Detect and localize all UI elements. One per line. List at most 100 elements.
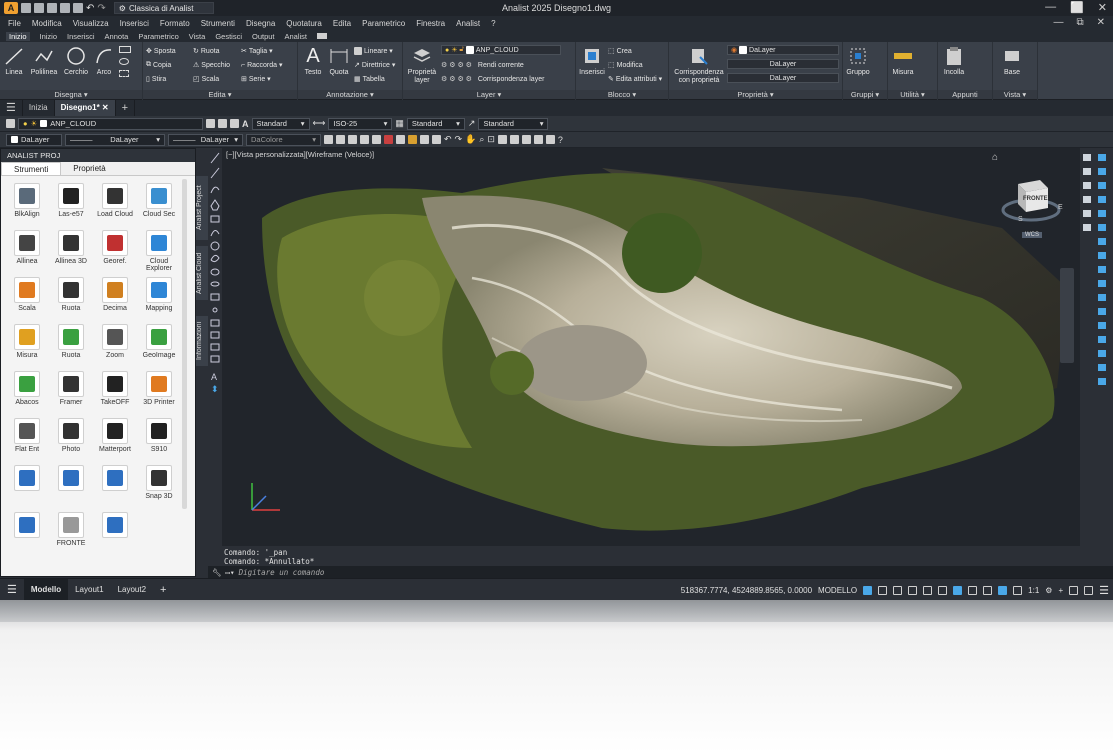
panel-title-gruppi[interactable]: Gruppi ▾ [843,90,887,99]
lineweight-dropdown[interactable]: DaLayer [727,73,839,83]
annotation-visibility-icon[interactable] [998,585,1008,595]
tab-strumenti[interactable]: Strumenti [1,162,62,175]
menu-finestra[interactable]: Finestra [416,19,445,28]
tool-button[interactable]: Georef. [93,227,137,273]
tool-button[interactable]: Abacos [5,368,49,414]
edit-attributes-button[interactable]: ✎ Edita attributi ▾ [608,73,662,85]
tool-button[interactable]: 3D Printer [137,368,181,414]
fillet-button[interactable]: ⌐ Raccorda ▾ [241,59,283,71]
rotate-button[interactable]: ↻ Ruota [193,45,220,57]
tool-button[interactable]: Photo [49,415,93,461]
plus-icon[interactable]: + [1058,586,1063,595]
drawing-viewport[interactable]: [−][Vista personalizzata][Wireframe (Vel… [222,148,1080,546]
tool-button[interactable]: Ruota [49,274,93,320]
help-icon[interactable]: ? [558,135,563,145]
tool-button[interactable] [93,462,137,508]
fullscreen-icon[interactable] [1084,585,1094,595]
layer-tools-row2[interactable]: ⚙ ⚙ ⚙ ⚙ Corrispondenza layer [441,73,544,85]
toolbar-icon-14[interactable] [533,135,543,144]
layer-tools-row1[interactable]: ⚙ ⚙ ⚙ ⚙ Rendi corrente [441,59,524,71]
side-tab-info[interactable]: Informazioni [196,316,208,366]
menu-modifica[interactable]: Modifica [32,19,62,28]
tool-button[interactable]: GeoImage [137,321,181,367]
home-icon[interactable]: ⌂ [992,152,998,163]
menu-visualizza[interactable]: Visualizza [73,19,109,28]
undo-icon[interactable]: ↶ [444,134,452,145]
toolbar-icon-3[interactable] [348,135,357,144]
menu-file[interactable]: File [8,19,21,28]
add-layout-button[interactable]: + [153,579,173,601]
menu-formato[interactable]: Formato [160,19,190,28]
file-tab-start[interactable]: Inizia [23,100,55,116]
annotation-scale[interactable]: 1:1 [1028,586,1039,595]
layer-manager-icon[interactable] [6,119,15,128]
arc-button[interactable]: Arco [93,45,115,77]
model-space-toggle[interactable]: MODELLO [818,586,857,595]
panel-title-edita[interactable]: Edita ▾ [143,90,297,99]
new-tab-button[interactable]: + [116,100,136,116]
create-block-button[interactable]: ⬚ Crea [608,45,632,57]
trim-button[interactable]: ✂ Taglia ▾ [241,45,273,57]
tool-button[interactable]: Misura [5,321,49,367]
panel-title-layer[interactable]: Layer ▾ [403,90,575,99]
side-tab-project[interactable]: Analist Project [196,176,208,240]
leader-button[interactable]: ↗ Direttrice ▾ [354,59,395,71]
tool-button[interactable]: Cloud Explorer [137,227,181,273]
panel-title-vista[interactable]: Vista ▾ [993,90,1037,99]
tab-inserisci[interactable]: Inserisci [67,32,95,41]
tab-annota[interactable]: Annota [105,32,129,41]
ribbon-toggle-icon[interactable] [317,33,328,39]
lineweight-icon[interactable] [953,585,963,595]
tool-button[interactable]: Framer [49,368,93,414]
insert-block-button[interactable]: Inserisci [578,45,606,77]
text-button[interactable]: A Testo [300,45,326,77]
color-select[interactable]: DaLayer [6,133,62,146]
tab-parametrico[interactable]: Parametrico [138,32,178,41]
move-button[interactable]: ✥ Sposta [146,45,176,57]
command-input[interactable]: 🔧︎ ▭▾ Digitare un comando [208,566,1113,578]
panel-title-annotazione[interactable]: Annotazione ▾ [298,90,402,99]
tool-button[interactable]: Mapping [137,274,181,320]
tab-vista[interactable]: Vista [189,32,206,41]
toolbar-icon-2[interactable] [336,135,345,144]
mirror-button[interactable]: ⚠ Specchio [193,59,230,71]
line-button[interactable]: Linea [3,45,25,77]
draw-tool-icons[interactable]: A ⬍ [208,148,222,408]
panel-title-utilita[interactable]: Utilità ▾ [888,90,937,99]
plotstyle-select[interactable]: DaColore ▾ [246,133,321,146]
tab-model[interactable]: Modello [23,578,69,600]
auto-scale-icon[interactable] [1013,585,1023,595]
toolbar-icon-12[interactable] [509,135,519,144]
selection-cycling-icon[interactable] [983,585,993,595]
tool-button[interactable]: TakeOFF [93,368,137,414]
minimize-button[interactable]: — [1045,1,1056,14]
doc-close-button[interactable]: ✕ [1097,16,1105,30]
dimension-button[interactable]: Quota [326,45,352,77]
tool-button[interactable]: Ruota [49,321,93,367]
linetype-select[interactable]: ——— DaLayer ▾ [65,133,165,146]
osnap-icon[interactable] [923,585,933,595]
tool-button[interactable]: Cloud Sec [137,180,181,226]
tool-button[interactable]: Allinea [5,227,49,273]
snap-icon[interactable] [878,585,888,595]
command-prompt-icon[interactable]: ▭▾ [226,568,235,577]
tool-button[interactable]: BlkAlign [5,180,49,226]
layer-dropdown[interactable]: ● ☀ 🔓︎ ANP_CLOUD [441,45,561,55]
save-as-icon[interactable] [60,3,70,13]
transparency-icon[interactable] [968,585,978,595]
tool-button[interactable] [5,509,49,555]
menu-quotatura[interactable]: Quotatura [286,19,322,28]
zoom-realtime-icon[interactable]: ⌕ [479,134,484,145]
paste-button[interactable]: Incolla [940,45,968,77]
workspace-gear-icon[interactable]: ⚙ [1045,586,1052,595]
close-tab-icon[interactable]: ✕ [102,103,109,112]
redo-icon[interactable]: ↷ [455,134,463,145]
ortho-icon[interactable] [893,585,903,595]
toolbar-icon-8[interactable] [408,135,417,144]
panel-title-proprieta[interactable]: Proprietà ▾ [669,90,842,99]
stretch-button[interactable]: ▯ Stira [146,73,166,85]
layer-select[interactable]: ● ☀ ANP_CLOUD [18,117,203,130]
tab-analist[interactable]: Analist [285,32,308,41]
dim-style-select[interactable]: ISO-25 ▾ [328,117,393,130]
pan-icon[interactable]: ✋ [465,134,476,145]
